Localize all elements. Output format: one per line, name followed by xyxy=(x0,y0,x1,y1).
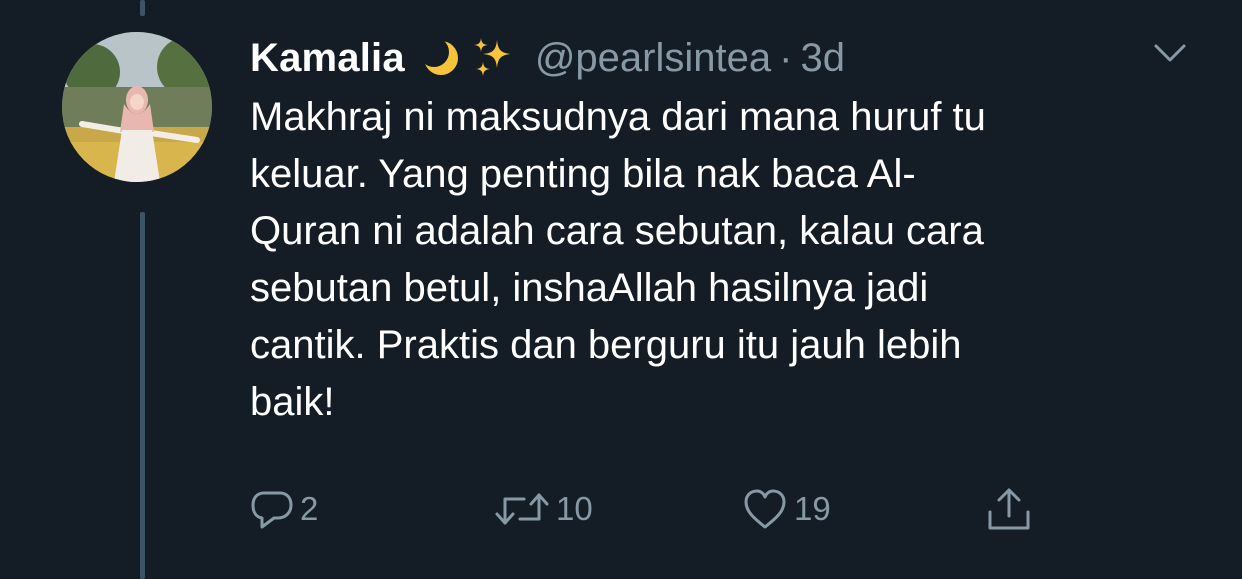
tweet-text-line: Quran ni adalah cara sebutan, kalau cara xyxy=(250,209,984,253)
tweet-text-line: baik! xyxy=(250,380,335,424)
crescent-moon-icon xyxy=(423,41,458,75)
tweet-text-line: Makhraj ni maksudnya dari mana huruf tu xyxy=(250,95,986,139)
share-icon xyxy=(988,488,1030,530)
reply-count: 2 xyxy=(300,490,319,527)
retweet-icon xyxy=(495,493,549,525)
user-handle[interactable]: @pearlsintea xyxy=(535,36,771,81)
avatar[interactable] xyxy=(62,32,212,182)
name-emoji xyxy=(421,36,515,80)
separator-dot: · xyxy=(779,35,793,80)
tweet-text-line: cantik. Praktis dan berguru itu jauh leb… xyxy=(250,323,962,367)
heart-icon xyxy=(744,489,786,529)
sparkles-icon xyxy=(473,38,511,76)
tweet-text-line: sebutan betul, inshaAllah hasilnya jadi xyxy=(250,266,929,310)
display-name[interactable]: Kamalia xyxy=(250,36,405,81)
retweet-button[interactable]: 10 xyxy=(494,484,593,534)
tweet-header: Kamalia @pearlsintea · 3d xyxy=(250,30,845,86)
chevron-down-icon[interactable] xyxy=(1150,38,1190,68)
share-button[interactable] xyxy=(984,484,1034,534)
retweet-count: 10 xyxy=(556,490,593,527)
tweet-actions: 2 10 19 xyxy=(0,484,1242,534)
timestamp[interactable]: 3d xyxy=(800,36,845,81)
tweet-text-line: keluar. Yang penting bila nak baca Al- xyxy=(250,152,916,196)
thread-connector-top xyxy=(140,0,145,16)
like-count: 19 xyxy=(794,490,831,527)
tweet-text: Makhraj ni maksudnya dari mana huruf tu … xyxy=(250,89,1210,431)
reply-icon xyxy=(251,491,293,529)
reply-button[interactable]: 2 xyxy=(250,484,318,534)
like-button[interactable]: 19 xyxy=(742,484,831,534)
